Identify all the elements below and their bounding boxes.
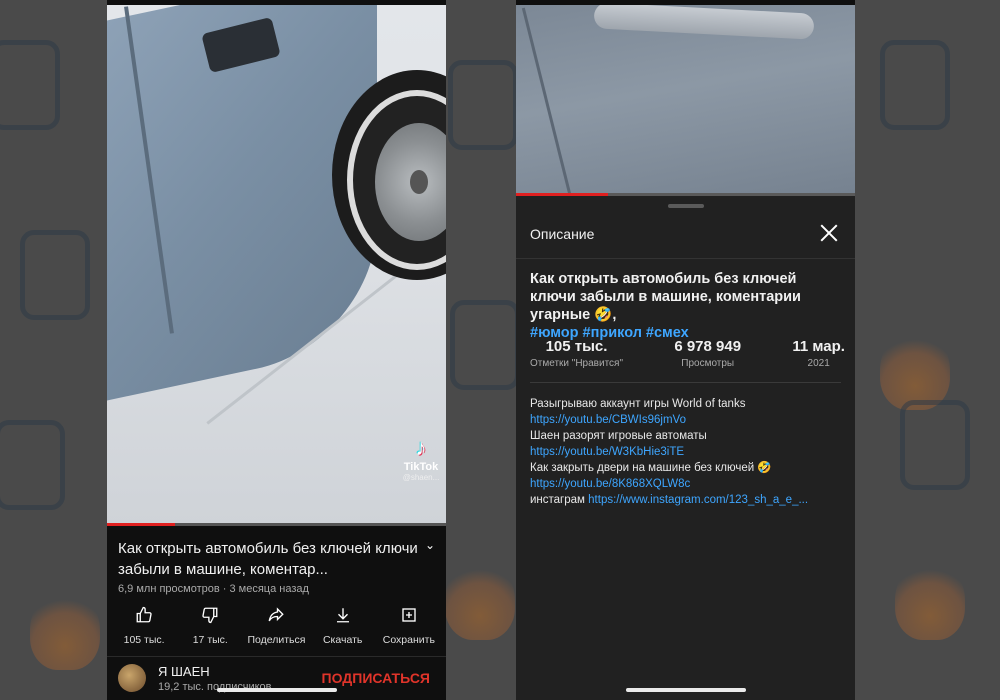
- description-line-text: Шаен разорят игровые автоматы: [530, 430, 707, 442]
- thumbs-up-pattern-icon: [880, 40, 950, 130]
- description-line-text: Как закрыть двери на машине без ключей 🤣: [530, 462, 772, 474]
- tiktok-logo-icon: ♪: [415, 435, 427, 460]
- close-icon[interactable]: [818, 222, 840, 244]
- sheet-title: Описание: [530, 226, 595, 242]
- description-line-text: Разыгрываю аккаунт игры World of tanks: [530, 398, 746, 410]
- thumbs-up-pattern-icon: [448, 60, 518, 150]
- car-door-handle: [593, 5, 815, 40]
- tiktok-watermark: ♪ TikTok @shaen...: [399, 435, 443, 482]
- description-line: Как закрыть двери на машине без ключей 🤣…: [530, 460, 845, 492]
- share-button[interactable]: Поделиться: [243, 606, 309, 646]
- flame-pattern-icon: [445, 560, 515, 640]
- description-link[interactable]: https://youtu.be/W3KbHie3iTE: [530, 446, 684, 458]
- subscribe-button[interactable]: ПОДПИСАТЬСЯ: [322, 670, 430, 686]
- thumbs-up-icon: [111, 606, 177, 630]
- stat-date: 11 мар. 2021: [792, 338, 845, 369]
- thumbs-down-icon: [177, 606, 243, 630]
- stat-views: 6 978 949 Просмотры: [674, 338, 741, 369]
- stats-row: 105 тыс. Отметки "Нравится" 6 978 949 Пр…: [530, 338, 845, 369]
- description-link[interactable]: https://youtu.be/CBWIs96jmVo: [530, 414, 686, 426]
- description-line: Разыгрываю аккаунт игры World of tanks h…: [530, 396, 845, 428]
- stat-value: 6 978 949: [674, 338, 742, 355]
- stat-label: Отметки "Нравится": [530, 358, 624, 369]
- stat-value: 11 мар.: [792, 338, 845, 355]
- stat-value: 105 тыс.: [545, 338, 608, 355]
- dislike-button[interactable]: 17 тыс.: [177, 606, 243, 646]
- video-meta: 6,9 млн просмотров · 3 месяца назад: [118, 583, 309, 595]
- description-line: инстаграм https://www.instagram.com/123_…: [530, 492, 845, 508]
- home-indicator[interactable]: [625, 688, 746, 692]
- divider: [107, 656, 446, 657]
- thumbs-up-pattern-icon: [0, 40, 60, 130]
- tiktok-brand-text: TikTok: [403, 461, 439, 473]
- car-rim-hub: [410, 170, 428, 194]
- video-progress-fill: [107, 523, 175, 526]
- video-player-minimized[interactable]: [516, 5, 855, 193]
- description-link[interactable]: https://www.instagram.com/123_sh_a_e_...: [588, 494, 808, 506]
- description-sheet: Описание Как открыть автомобиль без ключ…: [516, 196, 855, 700]
- download-icon: [310, 606, 376, 630]
- share-icon: [243, 606, 309, 630]
- like-button[interactable]: 105 тыс.: [111, 606, 177, 646]
- action-bar: 105 тыс. 17 тыс. Поделиться Скачать Сохр…: [107, 606, 446, 646]
- full-video-title: Как открыть автомобиль без ключей ключи …: [530, 270, 845, 342]
- channel-name[interactable]: Я ШАЕН: [158, 664, 210, 679]
- stat-label: Просмотры: [681, 358, 735, 369]
- stat-label: 2021: [807, 358, 830, 369]
- video-progress-bar[interactable]: [107, 523, 446, 526]
- like-count: 105 тыс.: [123, 634, 165, 646]
- tiktok-handle: @shaen...: [402, 473, 440, 482]
- channel-avatar[interactable]: [118, 664, 146, 692]
- flame-pattern-icon: [880, 330, 950, 410]
- thumbs-up-pattern-icon: [0, 420, 65, 510]
- video-title[interactable]: Как открыть автомобиль без ключей ключи …: [118, 538, 418, 580]
- flame-pattern-icon: [30, 590, 100, 670]
- description-line-text: инстаграм: [530, 494, 589, 506]
- description-text: Разыгрываю аккаунт игры World of tanks h…: [530, 396, 845, 508]
- car-door-seam: [521, 7, 574, 193]
- description-line: Шаен разорят игровые автоматы https://yo…: [530, 428, 845, 460]
- video-player[interactable]: ♪ TikTok @shaen...: [107, 5, 446, 525]
- save-label: Сохранить: [382, 634, 435, 646]
- divider: [530, 382, 841, 383]
- left-phone-screen: ♪ TikTok @shaen... Как открыть автомобил…: [107, 0, 446, 700]
- save-icon: [376, 606, 442, 630]
- download-button[interactable]: Скачать: [310, 606, 376, 646]
- thumbs-up-pattern-icon: [450, 300, 520, 390]
- description-link[interactable]: https://youtu.be/8K868XQLW8c: [530, 478, 690, 490]
- flame-pattern-icon: [895, 560, 965, 640]
- download-label: Скачать: [322, 634, 363, 646]
- thumbs-up-pattern-icon: [20, 230, 90, 320]
- divider: [516, 258, 855, 259]
- thumbs-up-pattern-icon: [900, 400, 970, 490]
- sheet-drag-handle[interactable]: [668, 204, 704, 208]
- dislike-count: 17 тыс.: [192, 634, 228, 646]
- share-label: Поделиться: [247, 634, 306, 646]
- full-title-text: Как открыть автомобиль без ключей ключи …: [530, 271, 801, 323]
- stat-likes: 105 тыс. Отметки "Нравится": [530, 338, 623, 369]
- channel-row[interactable]: Я ШАЕН 19,2 тыс. подписчиков ПОДПИСАТЬСЯ: [118, 664, 446, 700]
- home-indicator[interactable]: [216, 688, 337, 692]
- expand-description-chevron-icon[interactable]: ⌄: [425, 538, 435, 552]
- save-button[interactable]: Сохранить: [376, 606, 442, 646]
- right-phone-screen: Описание Как открыть автомобиль без ключ…: [516, 0, 855, 700]
